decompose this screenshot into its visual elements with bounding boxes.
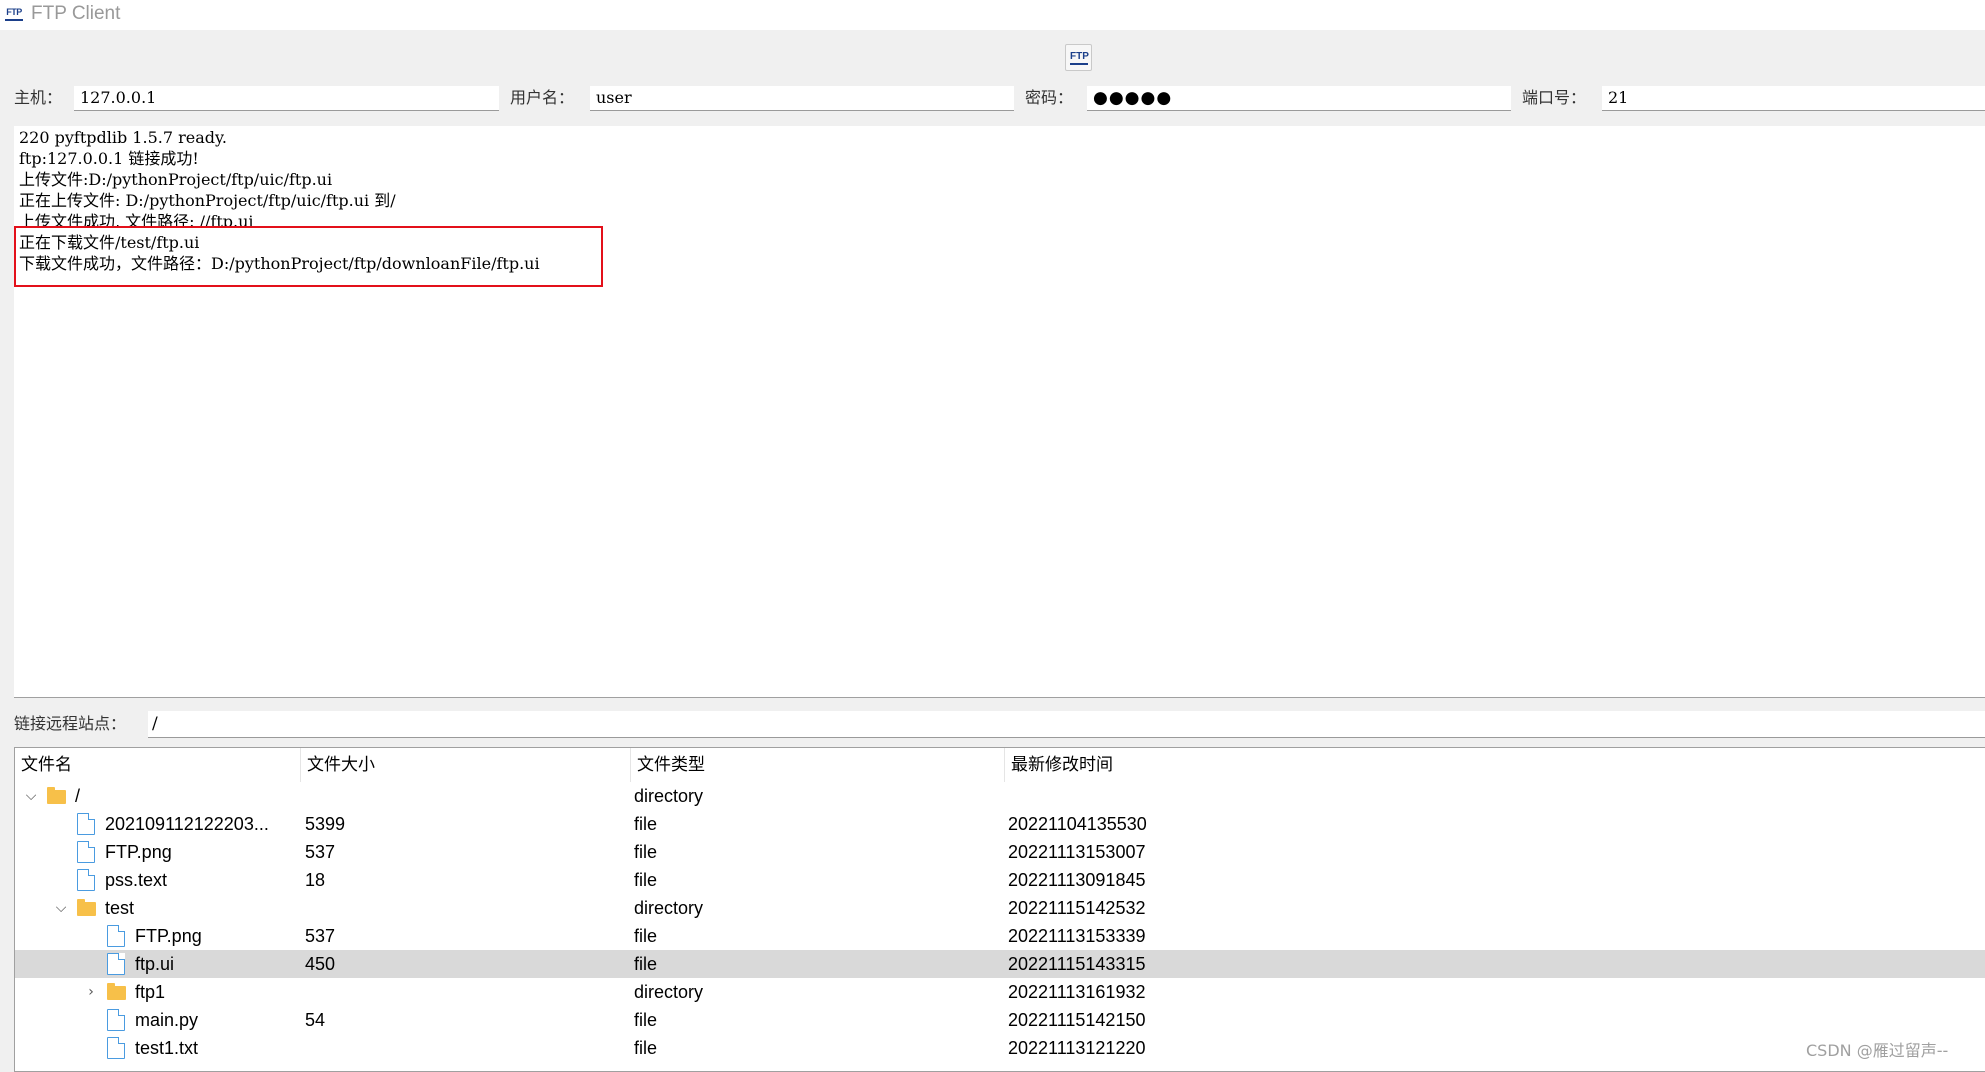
tree-row[interactable]: pss.text 18 file 20221113091845 bbox=[15, 866, 1985, 894]
column-header-name[interactable]: 文件名 bbox=[15, 748, 301, 782]
ftp-connect-button[interactable]: FTP bbox=[1065, 44, 1092, 71]
file-type: file bbox=[634, 926, 658, 946]
tree-row[interactable]: › ftp1 directory 20221113161932 bbox=[15, 978, 1985, 1006]
column-header-size[interactable]: 文件大小 bbox=[301, 748, 631, 782]
file-size: 18 bbox=[305, 870, 326, 890]
chevron-down-icon[interactable]: ⌵ bbox=[51, 894, 71, 922]
file-name: test1.txt bbox=[135, 1038, 199, 1058]
remote-site-label: 链接远程站点： bbox=[14, 714, 127, 733]
file-name: / bbox=[75, 786, 81, 806]
file-modified: 20221113161932 bbox=[1008, 982, 1146, 1002]
file-size: 537 bbox=[305, 926, 336, 946]
file-icon bbox=[77, 869, 95, 891]
column-header-type[interactable]: 文件类型 bbox=[631, 748, 1005, 782]
file-type: directory bbox=[634, 982, 704, 1002]
log-line: 上传文件:D:/pythonProject/ftp/uic/ftp.ui bbox=[19, 170, 333, 189]
file-icon bbox=[107, 925, 125, 947]
password-label: 密码： bbox=[1025, 88, 1074, 107]
host-input[interactable]: 127.0.0.1 bbox=[74, 86, 499, 111]
file-size: 54 bbox=[305, 1010, 326, 1030]
file-name: ftp.ui bbox=[135, 954, 175, 974]
file-modified: 20221115142532 bbox=[1008, 898, 1146, 918]
tree-row[interactable]: test1.txt file 20221113121220 bbox=[15, 1034, 1985, 1062]
chevron-right-icon[interactable]: › bbox=[81, 978, 101, 1006]
highlight-box bbox=[14, 226, 603, 287]
file-icon bbox=[77, 841, 95, 863]
file-modified: 20221113153007 bbox=[1008, 842, 1146, 862]
file-modified: 20221115143315 bbox=[1008, 954, 1146, 974]
file-name: 202109112122203... bbox=[105, 814, 269, 834]
column-header-modified[interactable]: 最新修改时间 bbox=[1005, 748, 1985, 782]
file-type: file bbox=[634, 842, 658, 862]
tree-row[interactable]: ftp.ui 450 file 20221115143315 bbox=[15, 950, 1985, 978]
port-label: 端口号： bbox=[1522, 88, 1587, 107]
file-type: file bbox=[634, 1010, 658, 1030]
file-icon bbox=[107, 953, 125, 975]
file-icon bbox=[107, 1037, 125, 1059]
file-icon bbox=[107, 1009, 125, 1031]
tree-row[interactable]: ⌵ / directory bbox=[15, 782, 1985, 810]
chevron-down-icon[interactable]: ⌵ bbox=[21, 782, 41, 810]
file-type: directory bbox=[634, 898, 704, 918]
file-type: file bbox=[634, 814, 658, 834]
folder-icon bbox=[77, 899, 96, 916]
folder-icon bbox=[107, 983, 126, 1000]
file-size: 450 bbox=[305, 954, 336, 974]
file-modified: 20221113091845 bbox=[1008, 870, 1146, 890]
ftp-icon: FTP bbox=[1070, 51, 1089, 65]
file-name: ftp1 bbox=[135, 982, 166, 1002]
file-name: FTP.png bbox=[105, 842, 172, 862]
password-input[interactable]: ●●●●● bbox=[1087, 86, 1511, 111]
tree-row[interactable]: FTP.png 537 file 20221113153007 bbox=[15, 838, 1985, 866]
file-modified: 20221113121220 bbox=[1008, 1038, 1146, 1058]
ftp-app-icon: FTP bbox=[5, 6, 23, 21]
tree-row[interactable]: 202109112122203... 5399 file 20221104135530 bbox=[15, 810, 1985, 838]
file-type: file bbox=[634, 1038, 658, 1058]
tree-row[interactable]: FTP.png 537 file 20221113153339 bbox=[15, 922, 1985, 950]
username-input[interactable]: user bbox=[590, 86, 1014, 111]
folder-icon bbox=[47, 787, 66, 804]
remote-path-input[interactable]: / bbox=[148, 711, 1985, 738]
log-line: 正在上传文件: D:/pythonProject/ftp/uic/ftp.ui … bbox=[19, 191, 396, 210]
log-output[interactable]: 220 pyftpdlib 1.5.7 ready. ftp:127.0.0.1… bbox=[14, 126, 1985, 698]
log-line: ftp:127.0.0.1 链接成功! bbox=[19, 149, 199, 168]
file-name: main.py bbox=[135, 1010, 199, 1030]
file-name: test bbox=[105, 898, 135, 918]
port-input[interactable]: 21 bbox=[1602, 86, 1985, 111]
tree-header: 文件名 文件大小 文件类型 最新修改时间 bbox=[15, 748, 1985, 782]
watermark: CSDN @雁过留声-- bbox=[1806, 1041, 1949, 1060]
title-bar: FTP FTP Client bbox=[0, 0, 1985, 30]
tree-row[interactable]: ⌵ test directory 20221115142532 bbox=[15, 894, 1985, 922]
file-name: FTP.png bbox=[135, 926, 202, 946]
file-type: directory bbox=[634, 786, 704, 806]
file-modified: 20221115142150 bbox=[1008, 1010, 1146, 1030]
file-icon bbox=[77, 813, 95, 835]
log-line: 上传文件成功, 文件路径: //ftp.ui bbox=[19, 212, 254, 226]
remote-file-tree[interactable]: 文件名 文件大小 文件类型 最新修改时间 ⌵ / directory 20210911… bbox=[14, 747, 1985, 1072]
file-type: file bbox=[634, 954, 658, 974]
tree-row[interactable]: main.py 54 file 20221115142150 bbox=[15, 1006, 1985, 1034]
file-size: 537 bbox=[305, 842, 336, 862]
window-title: FTP Client bbox=[31, 3, 121, 24]
file-type: file bbox=[634, 870, 658, 890]
file-modified: 20221113153339 bbox=[1008, 926, 1146, 946]
username-label: 用户名： bbox=[510, 88, 575, 107]
file-size: 5399 bbox=[305, 814, 346, 834]
log-line: 220 pyftpdlib 1.5.7 ready. bbox=[19, 128, 227, 147]
file-name: pss.text bbox=[105, 870, 168, 890]
host-label: 主机： bbox=[14, 88, 63, 107]
file-modified: 20221104135530 bbox=[1008, 814, 1147, 834]
